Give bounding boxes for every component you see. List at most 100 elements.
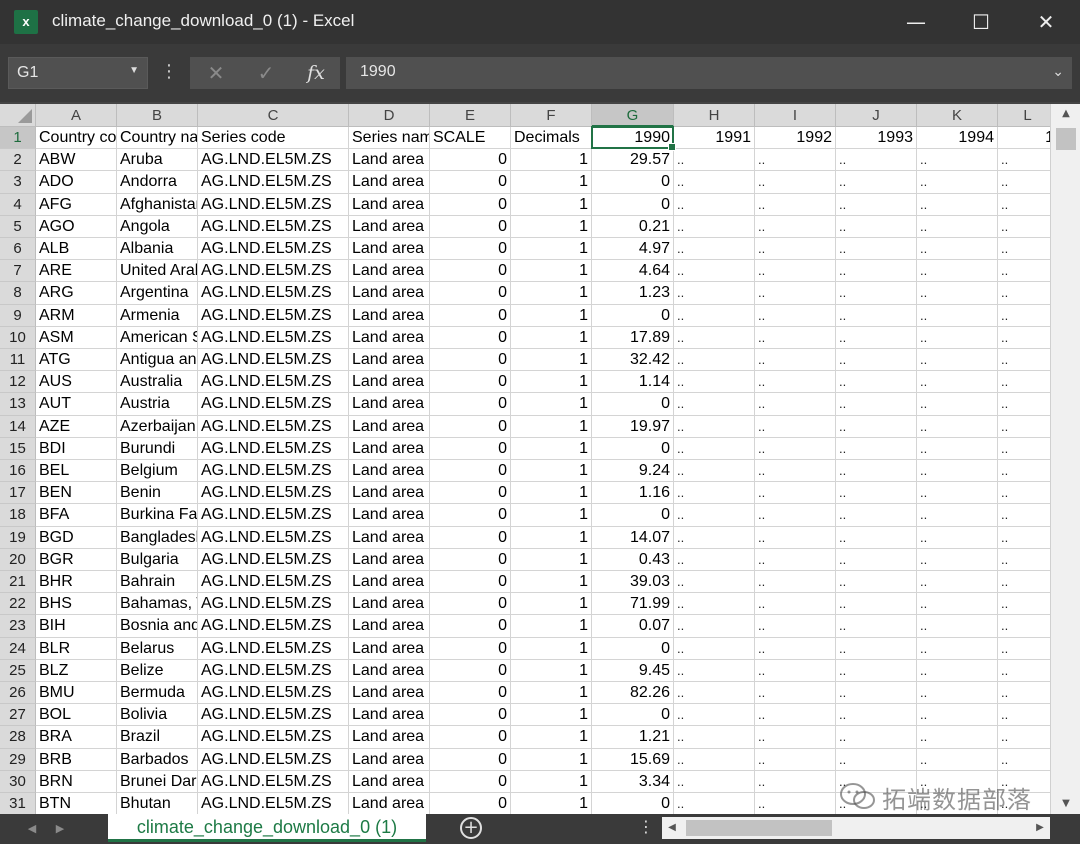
empty-value-cell[interactable]: .. <box>836 770 917 793</box>
scale-cell[interactable]: 0 <box>430 571 511 594</box>
series-name-cell[interactable]: Land area <box>349 793 430 814</box>
decimals-cell[interactable]: 1 <box>511 171 592 194</box>
country-code-cell[interactable]: BGD <box>36 526 117 549</box>
enter-entry-button[interactable]: ✓ <box>246 57 286 89</box>
empty-value-cell[interactable]: .. <box>836 637 917 660</box>
value-cell[interactable]: 1.16 <box>592 482 674 505</box>
empty-value-cell[interactable]: .. <box>998 571 1050 594</box>
empty-value-cell[interactable]: .. <box>674 149 755 172</box>
series-name-cell[interactable]: Land area <box>349 504 430 527</box>
empty-value-cell[interactable]: .. <box>674 193 755 216</box>
empty-value-cell[interactable]: .. <box>755 726 836 749</box>
row-header[interactable]: 20 <box>0 548 36 571</box>
empty-value-cell[interactable]: .. <box>674 415 755 438</box>
empty-value-cell[interactable]: .. <box>917 593 998 616</box>
empty-value-cell[interactable]: .. <box>674 282 755 305</box>
empty-value-cell[interactable]: .. <box>674 571 755 594</box>
series-name-cell[interactable]: Land area <box>349 193 430 216</box>
empty-value-cell[interactable]: .. <box>836 260 917 283</box>
empty-value-cell[interactable]: .. <box>836 526 917 549</box>
empty-value-cell[interactable]: .. <box>755 238 836 261</box>
empty-value-cell[interactable]: .. <box>674 482 755 505</box>
value-cell[interactable]: 19.97 <box>592 415 674 438</box>
series-code-cell[interactable]: AG.LND.EL5M.ZS <box>198 726 349 749</box>
empty-value-cell[interactable]: .. <box>836 659 917 682</box>
country-name-cell[interactable]: Bosnia and Herzegovina <box>117 615 198 638</box>
empty-value-cell[interactable]: .. <box>674 238 755 261</box>
empty-value-cell[interactable]: .. <box>917 571 998 594</box>
country-code-cell[interactable]: ARG <box>36 282 117 305</box>
country-code-cell[interactable]: BHS <box>36 593 117 616</box>
empty-value-cell[interactable]: .. <box>674 504 755 527</box>
value-cell[interactable]: 4.97 <box>592 238 674 261</box>
country-name-cell[interactable]: Bolivia <box>117 704 198 727</box>
country-code-cell[interactable]: AFG <box>36 193 117 216</box>
country-code-cell[interactable]: BHR <box>36 571 117 594</box>
empty-value-cell[interactable]: .. <box>755 682 836 705</box>
series-code-cell[interactable]: AG.LND.EL5M.ZS <box>198 326 349 349</box>
series-code-cell[interactable]: AG.LND.EL5M.ZS <box>198 770 349 793</box>
more-options-icon[interactable]: ⋮ <box>160 58 178 88</box>
empty-value-cell[interactable]: .. <box>917 682 998 705</box>
empty-value-cell[interactable]: .. <box>998 527 1050 549</box>
series-code-cell[interactable]: AG.LND.EL5M.ZS <box>198 504 349 527</box>
series-name-cell[interactable]: Land area <box>349 526 430 549</box>
header-cell[interactable]: Country name <box>117 127 198 150</box>
country-name-cell[interactable]: Bulgaria <box>117 548 198 571</box>
empty-value-cell[interactable]: .. <box>755 748 836 771</box>
add-sheet-button[interactable]: + <box>460 817 482 839</box>
scale-cell[interactable]: 0 <box>430 215 511 238</box>
decimals-cell[interactable]: 1 <box>511 593 592 616</box>
series-code-cell[interactable]: AG.LND.EL5M.ZS <box>198 548 349 571</box>
empty-value-cell[interactable]: .. <box>917 615 998 638</box>
decimals-cell[interactable]: 1 <box>511 571 592 594</box>
empty-value-cell[interactable]: .. <box>755 793 836 814</box>
empty-value-cell[interactable]: .. <box>755 193 836 216</box>
country-name-cell[interactable]: Argentina <box>117 282 198 305</box>
empty-value-cell[interactable]: .. <box>836 349 917 372</box>
country-name-cell[interactable]: Burundi <box>117 437 198 460</box>
empty-value-cell[interactable]: .. <box>836 460 917 483</box>
country-name-cell[interactable]: Australia <box>117 371 198 394</box>
empty-value-cell[interactable]: .. <box>836 238 917 261</box>
scale-cell[interactable]: 0 <box>430 304 511 327</box>
value-cell[interactable]: 0 <box>592 504 674 527</box>
chevron-down-icon[interactable]: ▼ <box>129 65 139 76</box>
header-cell[interactable]: Series name <box>349 127 430 150</box>
column-header-l[interactable]: L <box>998 104 1050 127</box>
empty-value-cell[interactable]: .. <box>755 770 836 793</box>
empty-value-cell[interactable]: .. <box>998 726 1050 749</box>
header-cell[interactable]: 1992 <box>755 127 836 150</box>
empty-value-cell[interactable]: .. <box>998 171 1050 194</box>
series-name-cell[interactable]: Land area <box>349 371 430 394</box>
scale-cell[interactable]: 0 <box>430 282 511 305</box>
series-name-cell[interactable]: Land area <box>349 282 430 305</box>
empty-value-cell[interactable]: .. <box>755 615 836 638</box>
value-cell[interactable]: 9.24 <box>592 460 674 483</box>
scroll-up-icon[interactable]: ▲ <box>1051 104 1080 124</box>
series-code-cell[interactable]: AG.LND.EL5M.ZS <box>198 171 349 194</box>
country-name-cell[interactable]: Azerbaijan <box>117 415 198 438</box>
series-name-cell[interactable]: Land area <box>349 460 430 483</box>
country-name-cell[interactable]: Bhutan <box>117 793 198 814</box>
scale-cell[interactable]: 0 <box>430 593 511 616</box>
row-header[interactable]: 8 <box>0 282 36 305</box>
scale-cell[interactable]: 0 <box>430 326 511 349</box>
column-header-b[interactable]: B <box>117 104 198 127</box>
empty-value-cell[interactable]: .. <box>836 215 917 238</box>
empty-value-cell[interactable]: .. <box>755 149 836 172</box>
decimals-cell[interactable]: 1 <box>511 748 592 771</box>
empty-value-cell[interactable]: .. <box>998 660 1050 682</box>
row-header[interactable]: 5 <box>0 215 36 238</box>
empty-value-cell[interactable]: .. <box>836 326 917 349</box>
empty-value-cell[interactable]: .. <box>998 460 1050 483</box>
country-name-cell[interactable]: Burkina Faso <box>117 504 198 527</box>
empty-value-cell[interactable]: .. <box>917 659 998 682</box>
series-name-cell[interactable]: Land area <box>349 437 430 460</box>
country-code-cell[interactable]: ARM <box>36 304 117 327</box>
country-code-cell[interactable]: BRB <box>36 748 117 771</box>
value-cell[interactable]: 1.14 <box>592 371 674 394</box>
empty-value-cell[interactable]: .. <box>836 282 917 305</box>
empty-value-cell[interactable]: .. <box>674 637 755 660</box>
country-code-cell[interactable]: BLR <box>36 637 117 660</box>
